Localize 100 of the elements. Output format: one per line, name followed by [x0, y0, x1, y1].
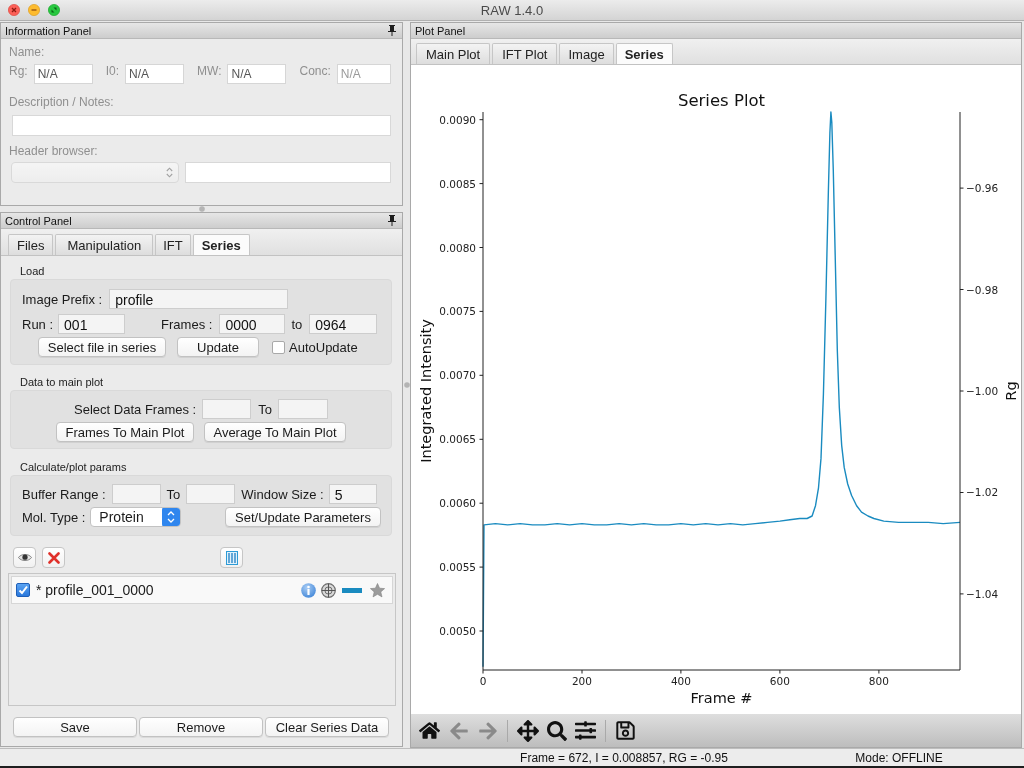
x-tick-label: 200 — [571, 675, 592, 687]
grip-dot-icon[interactable] — [198, 206, 205, 212]
rg-tick-label: −1.00 — [966, 385, 999, 397]
panel-title: Information Panel — [5, 24, 92, 37]
y-axis-label: Integrated Intensity — [418, 319, 434, 463]
text-field[interactable]: 5 — [328, 484, 377, 504]
minimize-icon[interactable] — [28, 4, 40, 16]
field-label: MW: — [197, 64, 222, 78]
y-tick-label: 0.0070 — [439, 369, 476, 382]
info-icon[interactable] — [301, 582, 316, 598]
text-field[interactable] — [202, 399, 252, 419]
x-tick-label: 600 — [769, 675, 790, 687]
forward-arrow-icon[interactable] — [477, 720, 498, 741]
text-field[interactable] — [277, 399, 328, 419]
field-label: I0: — [105, 64, 120, 78]
field-label: Select Data Frames : — [74, 401, 197, 417]
x-tick-label: 400 — [670, 675, 691, 687]
field-label: To — [258, 401, 272, 417]
grip-dot-icon[interactable] — [403, 381, 410, 388]
series-name: * profile_001_0000 — [36, 582, 154, 598]
checkbox[interactable] — [272, 340, 285, 354]
push-button[interactable]: Update — [177, 337, 259, 357]
crosshair-icon[interactable] — [321, 582, 336, 598]
rg-tick-label: −0.96 — [966, 182, 999, 195]
tab[interactable]: Manipulation — [55, 234, 154, 255]
columns-button[interactable] — [220, 547, 243, 568]
push-button[interactable]: Remove — [139, 717, 263, 737]
tab[interactable]: Series — [615, 43, 673, 64]
field-label: Rg: — [9, 64, 28, 78]
eye-icon — [17, 553, 32, 562]
push-button[interactable]: Save — [13, 717, 137, 737]
chart-title: Series Plot — [677, 91, 766, 110]
y-tick-label: 0.0055 — [439, 561, 476, 574]
field-label: to — [291, 316, 303, 332]
x-tick-label: 800 — [868, 675, 889, 687]
rg-tick-label: −1.04 — [966, 587, 999, 600]
push-button[interactable]: Clear Series Data — [265, 717, 389, 737]
push-button[interactable]: Set/Update Parameters — [225, 507, 381, 527]
section-title: Data to main plot — [20, 376, 104, 389]
zoom-icon[interactable] — [48, 4, 60, 16]
cross-button[interactable] — [42, 547, 65, 568]
series-row[interactable]: * profile_001_0000 — [11, 576, 393, 604]
field-label: Image Prefix : — [22, 291, 103, 307]
status-mode: Mode: OFFLINE — [855, 750, 943, 765]
push-button[interactable]: Select file in series — [38, 337, 166, 357]
y-tick-label: 0.0060 — [439, 497, 476, 510]
header-value-field[interactable] — [185, 162, 391, 183]
text-field[interactable]: 0964 — [309, 314, 378, 334]
tab[interactable]: Series — [192, 234, 250, 255]
columns-icon — [225, 550, 238, 565]
line-color-swatch-icon[interactable] — [342, 587, 362, 593]
tab[interactable]: IFT — [155, 234, 191, 255]
panel-title: Plot Panel — [415, 24, 466, 37]
field-label: Header browser: — [9, 144, 98, 158]
text-field[interactable] — [111, 484, 161, 504]
x-axis-label: Frame # — [690, 690, 753, 706]
tab[interactable]: IFT Plot — [492, 43, 558, 64]
star-icon[interactable] — [370, 582, 385, 598]
field-label: Description / Notes: — [9, 95, 114, 109]
text-field[interactable]: 0000 — [219, 314, 286, 334]
checkbox[interactable] — [16, 583, 30, 597]
field-label: Buffer Range : — [22, 486, 106, 502]
status-readout: Frame = 672, I = 0.008857, RG = -0.95 — [520, 750, 728, 765]
eye-button[interactable] — [13, 547, 36, 568]
y-tick-label: 0.0090 — [439, 113, 476, 126]
pin-icon[interactable] — [388, 25, 396, 36]
y-tick-label: 0.0080 — [439, 241, 476, 254]
text-field[interactable] — [186, 484, 236, 504]
text-field[interactable]: 001 — [58, 314, 126, 334]
cross-icon — [47, 551, 60, 564]
window-title: RAW 1.4.0 — [480, 2, 544, 18]
rg-axis-label: Rg — [1003, 381, 1019, 401]
tab[interactable]: Main Plot — [416, 43, 491, 64]
tab[interactable]: Image — [559, 43, 614, 64]
search-icon[interactable] — [546, 720, 567, 741]
field-label: Mol. Type : — [22, 509, 86, 525]
y-tick-label: 0.0085 — [439, 177, 476, 190]
field-label: Window Size : — [241, 486, 324, 502]
y-tick-label: 0.0065 — [439, 433, 476, 446]
tab[interactable]: Files — [8, 234, 54, 255]
save-icon[interactable] — [615, 720, 636, 741]
push-button[interactable]: Average To Main Plot — [204, 422, 346, 442]
push-button[interactable]: Frames To Main Plot — [56, 422, 194, 442]
up-down-chevron-icon — [166, 167, 173, 178]
pin-icon[interactable] — [388, 215, 396, 226]
back-arrow-icon[interactable] — [448, 720, 469, 741]
text-field[interactable]: profile — [109, 289, 289, 309]
notes-field[interactable] — [12, 115, 391, 136]
y-tick-label: 0.0075 — [439, 305, 476, 318]
checkbox-label: AutoUpdate — [289, 339, 358, 355]
field-label: To — [166, 486, 181, 502]
mol-type-dropdown[interactable]: Protein — [90, 507, 182, 527]
field-label: Run : — [22, 316, 54, 332]
rg-tick-label: −1.02 — [966, 486, 999, 499]
move-icon[interactable] — [516, 719, 539, 742]
rg-tick-label: −0.98 — [966, 283, 999, 296]
sliders-icon[interactable] — [575, 720, 596, 741]
home-icon[interactable] — [419, 720, 440, 741]
x-tick-label: 0 — [479, 675, 487, 687]
close-icon[interactable] — [8, 4, 20, 16]
